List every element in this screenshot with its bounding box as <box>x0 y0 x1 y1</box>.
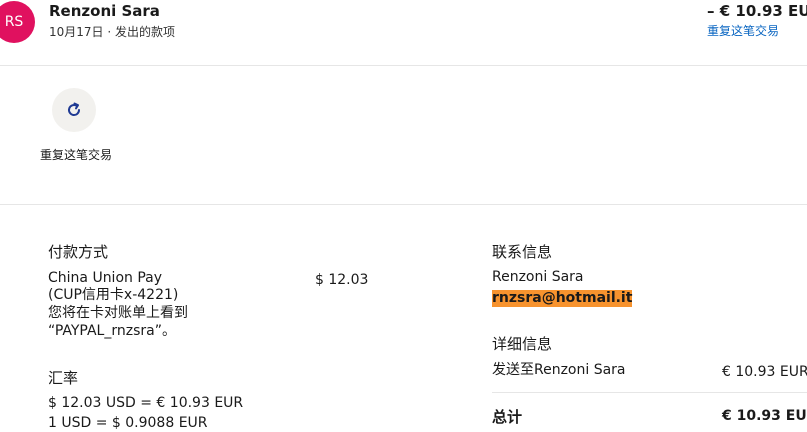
exchange-rate-line: 1 USD = $ 0.9088 EUR <box>48 415 208 431</box>
payment-method-line: “PAYPAL_rnzsra”。 <box>48 323 176 339</box>
repeat-transaction-button[interactable] <box>52 88 96 132</box>
contact-name: Renzoni Sara <box>492 269 584 285</box>
details-heading: 详细信息 <box>492 335 553 353</box>
exchange-rate-heading: 汇率 <box>48 369 79 387</box>
repeat-transaction-link[interactable]: 重复这笔交易 <box>707 22 779 39</box>
avatar-initials: RS <box>4 14 24 30</box>
sent-to-label: 发送至Renzoni Sara <box>492 362 626 378</box>
avatar: RS <box>0 1 35 43</box>
divider <box>492 392 807 393</box>
total-label: 总计 <box>492 408 523 426</box>
contact-email[interactable]: rnzsra@hotmail.it <box>492 290 633 307</box>
transaction-subtitle: 10月17日 · 发出的款项 <box>49 25 175 39</box>
repeat-transaction-label: 重复这笔交易 <box>40 148 113 162</box>
divider <box>0 65 807 66</box>
payment-method-heading: 付款方式 <box>48 243 109 261</box>
payment-method-amount: $ 12.03 <box>315 272 369 288</box>
transaction-amount: – € 10.93 EUR <box>707 2 807 20</box>
exchange-rate-line: $ 12.03 USD = € 10.93 EUR <box>48 395 244 411</box>
payment-method-line: China Union Pay <box>48 270 163 286</box>
contact-info-heading: 联系信息 <box>492 243 553 261</box>
divider <box>0 204 807 205</box>
total-amount: € 10.93 EUR <box>722 408 807 424</box>
refresh-icon <box>68 102 81 116</box>
recipient-name: Renzoni Sara <box>49 2 160 20</box>
sent-to-amount: € 10.93 EUR <box>722 364 807 380</box>
payment-method-line: 您将在卡对账单上看到 <box>48 305 188 321</box>
payment-method-line: (CUP信用卡x-4221) <box>48 287 179 303</box>
